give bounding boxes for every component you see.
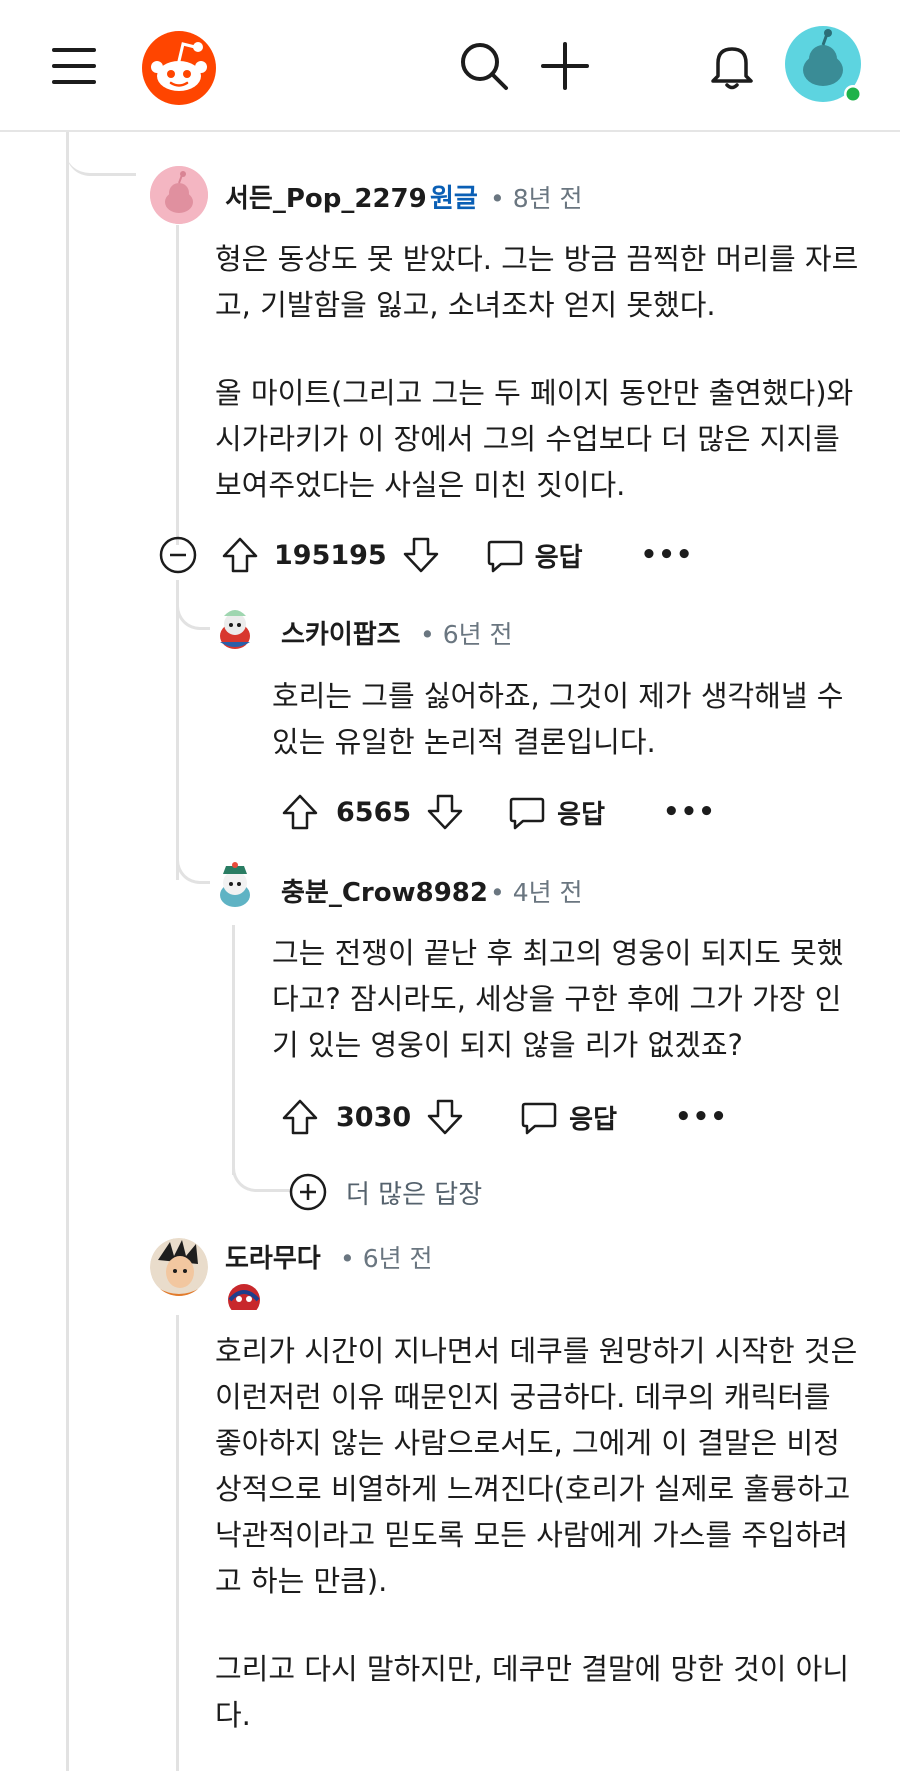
comment-timestamp: • 6년 전 [420, 620, 513, 649]
more-options-icon[interactable]: ••• [663, 797, 716, 827]
more-replies-label: 더 많은 답장 [346, 1179, 483, 1210]
collapse-icon[interactable] [158, 535, 198, 575]
reply-label: 응답 [557, 799, 605, 830]
thread-branch [66, 132, 136, 176]
comment-bubble-icon [521, 1102, 557, 1135]
comment-paragraph: 올 마이트(그리고 그는 두 페이지 동안만 출연했다)와 시가라키가 이 장에… [215, 376, 854, 502]
thread-line-root [66, 132, 69, 1771]
avatar-icon [785, 26, 862, 103]
search-icon[interactable] [456, 38, 512, 94]
comment-timestamp: • 4년 전 [490, 878, 583, 907]
comment-timestamp: • 8년 전 [490, 184, 583, 213]
thread-branch-reply-2 [176, 840, 210, 884]
thread-branch-more-replies [232, 1150, 292, 1192]
upvote-icon[interactable] [280, 1097, 320, 1137]
top-app-bar [0, 0, 900, 132]
upvote-icon[interactable] [280, 792, 320, 832]
comment-body: 형은 동상도 못 받았다. 그는 방금 끔찍한 머리를 자르고, 기발함을 잃고… [215, 236, 860, 508]
hamburger-icon[interactable] [52, 46, 96, 86]
reply-button[interactable]: 응답 [519, 1097, 617, 1137]
downvote-icon[interactable] [401, 535, 441, 575]
expand-icon [289, 1173, 327, 1211]
downvote-icon[interactable] [425, 792, 465, 832]
comment-paragraph: 그는 전쟁이 끝난 후 최고의 영웅이 되지도 못했다고? 잠시라도, 세상을 … [272, 936, 844, 1062]
comment-bubble-icon [487, 540, 522, 573]
reply-label: 응답 [569, 1104, 617, 1135]
comment-username[interactable]: 충분_Crow8982 [281, 872, 488, 909]
reply-button[interactable]: 응답 [507, 792, 605, 832]
avatar[interactable] [150, 1238, 208, 1296]
comment-body: 그는 전쟁이 끝난 후 최고의 영웅이 되지도 못했다고? 잠시라도, 세상을 … [272, 930, 862, 1068]
comment-actions: 195195 응답 ••• [158, 530, 693, 580]
comment-paragraph: 형은 동상도 못 받았다. 그는 방금 끔찍한 머리를 자르고, 기발함을 잃고… [215, 242, 859, 322]
snoo-avatar-icon [210, 860, 260, 910]
comment-paragraph: 호리는 그를 싫어하죠, 그것이 제가 생각해낼 수 있는 유일한 논리적 결론… [272, 679, 844, 759]
thread-line-comment-1-replies [176, 580, 179, 880]
plus-icon[interactable] [537, 38, 593, 94]
comment-actions: 6565 응답 ••• [280, 787, 716, 837]
bell-icon[interactable] [704, 38, 760, 94]
upvote-icon[interactable] [220, 535, 260, 575]
thread-line-comment-4 [176, 1315, 179, 1771]
snoo-avatar-icon [150, 166, 208, 224]
profile-avatar[interactable] [785, 26, 865, 106]
avatar[interactable] [150, 166, 208, 224]
flair-icon [228, 1284, 260, 1310]
vote-count: 3030 [336, 1101, 412, 1133]
profile-picture-icon [150, 1238, 208, 1296]
reddit-logo-icon[interactable] [140, 28, 218, 106]
comment-paragraph: 그리고 다시 말하지만, 데쿠만 결말에 망한 것이 아니다. [215, 1652, 850, 1732]
vote-count: 6565 [336, 796, 412, 828]
more-options-icon[interactable]: ••• [641, 540, 694, 570]
comment-bubble-icon [509, 797, 545, 830]
vote-count: 195195 [274, 539, 387, 571]
more-replies-button[interactable]: 더 많은 답장 [288, 1167, 482, 1217]
reply-button[interactable]: 응답 [485, 535, 583, 575]
avatar[interactable] [210, 860, 260, 910]
downvote-icon[interactable] [425, 1097, 465, 1137]
thread-line-reply-2 [232, 925, 235, 1175]
more-options-icon[interactable]: ••• [675, 1102, 728, 1132]
comment-actions: 3030 응답 ••• [280, 1092, 728, 1142]
comment-username[interactable]: 서든_Pop_2279 [225, 178, 427, 215]
comment-paragraph: 호리가 시간이 지나면서 데쿠를 원망하기 시작한 것은 이런저런 이유 때문인… [215, 1334, 858, 1598]
comment-body: 호리는 그를 싫어하죠, 그것이 제가 생각해낼 수 있는 유일한 논리적 결론… [272, 673, 852, 765]
op-badge: 원글 [430, 184, 478, 214]
thread-branch-reply-1 [176, 580, 210, 630]
comment-username[interactable]: 스카이팝즈 [281, 614, 401, 651]
snoo-avatar-icon [210, 602, 260, 652]
comment-username[interactable]: 도라무다 [225, 1238, 321, 1275]
comment-timestamp: • 6년 전 [340, 1244, 433, 1273]
comment-body: 호리가 시간이 지나면서 데쿠를 원망하기 시작한 것은 이런저런 이유 때문인… [215, 1328, 860, 1738]
reply-label: 응답 [534, 542, 583, 573]
thread-line-comment-1 [176, 225, 179, 545]
avatar[interactable] [210, 602, 260, 652]
